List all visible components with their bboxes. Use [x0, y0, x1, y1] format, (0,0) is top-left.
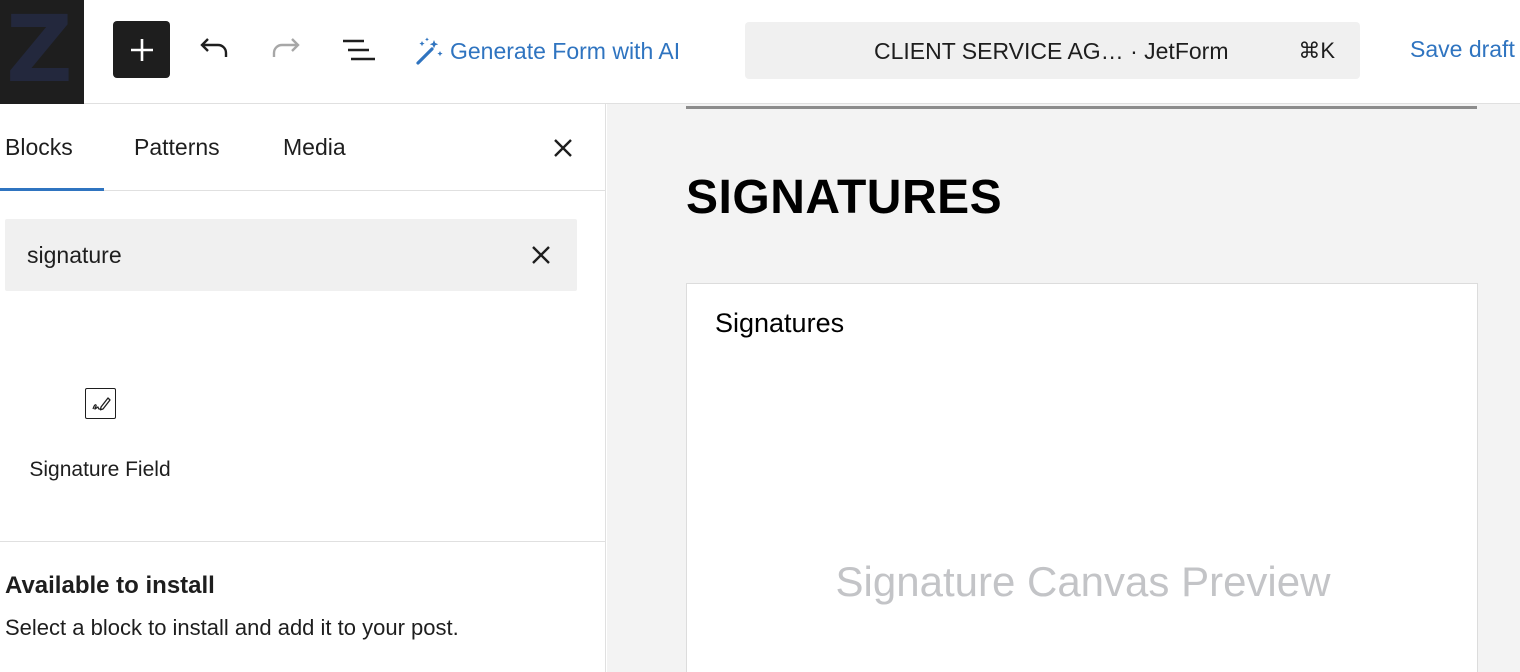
section-divider: [0, 541, 606, 542]
redo-button[interactable]: [266, 30, 306, 70]
block-item-label: Signature Field: [29, 458, 171, 481]
document-title: CLIENT SERVICE AG… · JetForm: [874, 38, 1228, 65]
site-logo-letter: Z: [6, 0, 73, 103]
site-logo[interactable]: Z: [0, 0, 84, 104]
generate-form-ai-button[interactable]: Generate Form with AI: [414, 32, 680, 70]
document-overview-button[interactable]: [338, 30, 378, 70]
editor-canvas: SIGNATURES Signatures Signature Canvas P…: [607, 104, 1520, 672]
install-section-title: Available to install: [5, 572, 215, 599]
close-inserter-button[interactable]: [548, 133, 578, 163]
add-block-button[interactable]: [113, 21, 170, 78]
document-title-text: CLIENT SERVICE AG…: [874, 38, 1124, 64]
block-inserter-panel: Blocks Patterns Media Signature Field Av…: [0, 104, 606, 672]
command-palette-button[interactable]: CLIENT SERVICE AG… · JetForm ⌘K: [745, 22, 1360, 79]
tab-media[interactable]: Media: [283, 134, 346, 161]
signature-field-block[interactable]: Signatures Signature Canvas Preview: [686, 283, 1478, 672]
tab-patterns[interactable]: Patterns: [134, 134, 220, 161]
signature-icon: [85, 388, 116, 419]
magic-wand-icon: [416, 37, 443, 65]
close-icon: [532, 246, 550, 264]
install-section-description: Select a block to install and add it to …: [5, 615, 459, 640]
keyboard-shortcut: ⌘K: [1298, 38, 1335, 63]
generate-form-ai-label: Generate Form with AI: [450, 37, 681, 64]
active-tab-indicator: [0, 188, 104, 191]
block-item-signature-field[interactable]: Signature Field: [10, 369, 190, 489]
heading-block[interactable]: SIGNATURES: [686, 170, 1002, 225]
list-view-icon: [343, 39, 375, 61]
inserter-tabs: Blocks Patterns Media: [0, 104, 606, 191]
signature-field-label: Signatures: [715, 308, 845, 338]
editor-header: Z Generate Form with AI CLIENT SERVICE A…: [0, 0, 1520, 104]
signature-canvas-preview: Signature Canvas Preview: [835, 558, 1331, 605]
tab-blocks[interactable]: Blocks: [5, 134, 73, 161]
block-search-input[interactable]: [5, 219, 505, 291]
undo-icon: [200, 38, 228, 57]
post-type-label: JetForm: [1144, 38, 1229, 64]
undo-button[interactable]: [194, 30, 234, 70]
separator-block[interactable]: [686, 106, 1477, 109]
save-draft-button[interactable]: Save draft: [1410, 36, 1515, 63]
redo-icon: [272, 38, 300, 57]
plus-icon: [130, 38, 153, 61]
close-icon: [554, 139, 572, 157]
title-separator: ·: [1123, 38, 1145, 64]
block-search: [5, 219, 577, 291]
clear-search-button[interactable]: [527, 241, 555, 269]
